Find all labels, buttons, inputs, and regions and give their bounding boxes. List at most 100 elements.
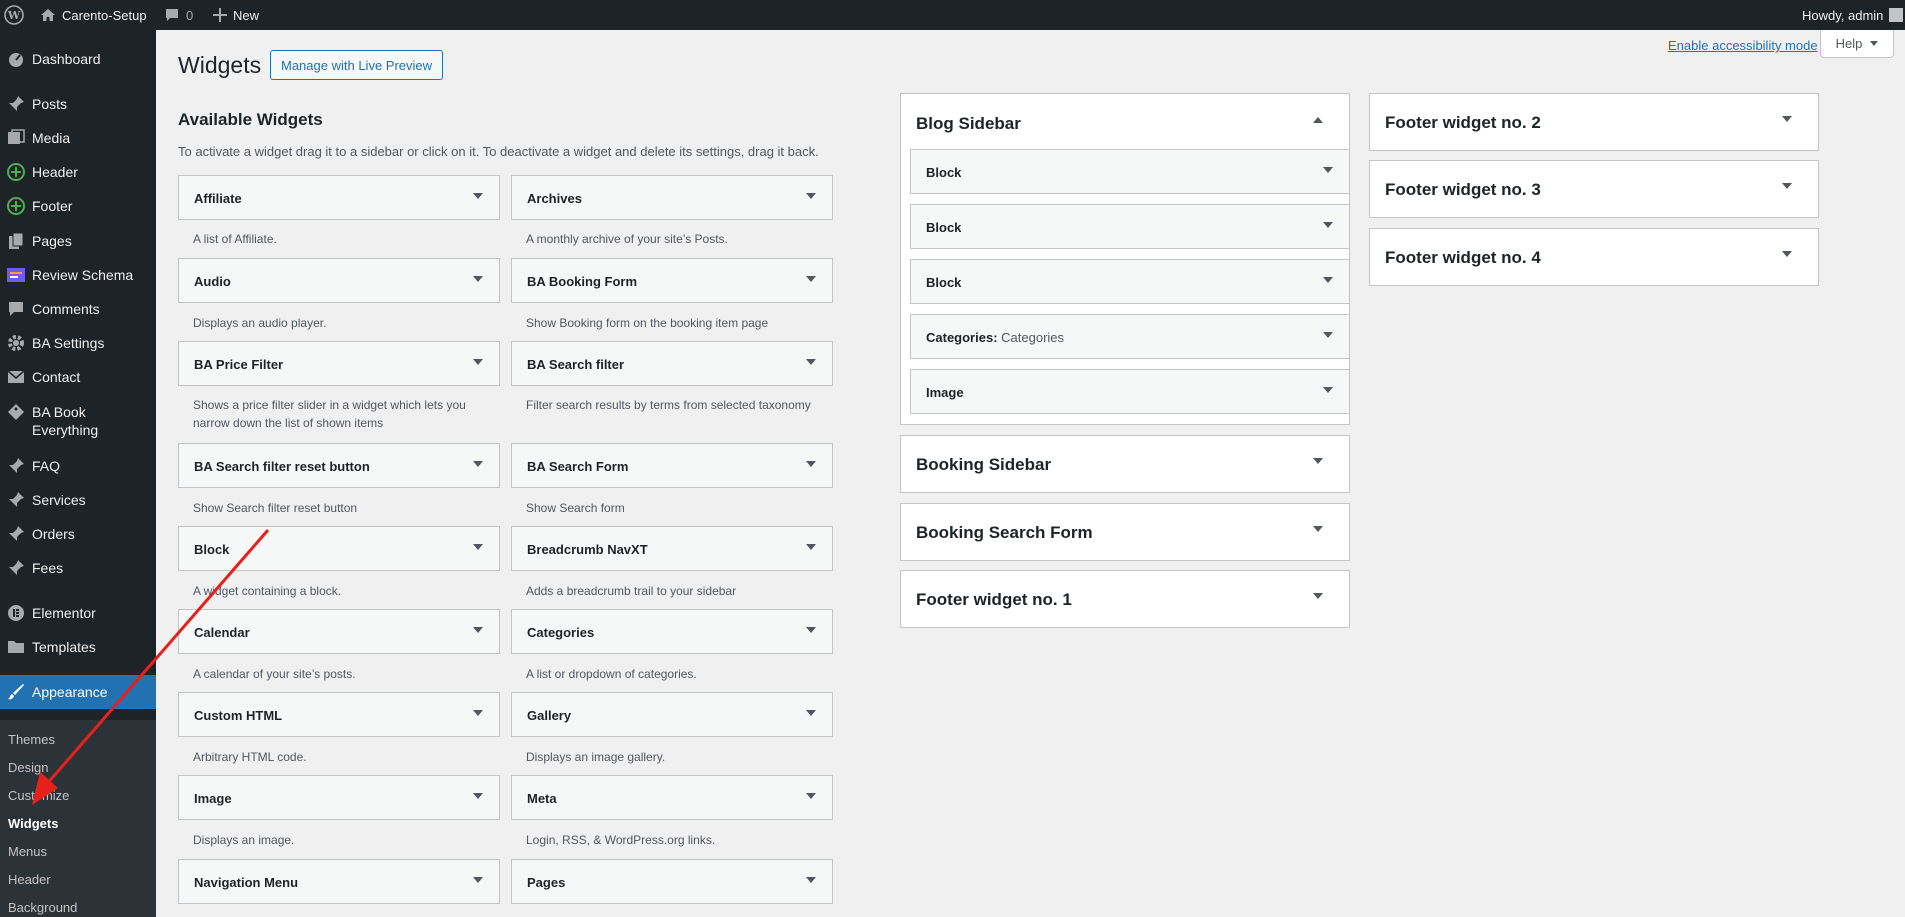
expand-arrow-icon[interactable]	[806, 544, 816, 550]
expand-arrow-icon[interactable]	[473, 877, 483, 883]
widget-ba-price-filter[interactable]: BA Price Filter	[178, 341, 500, 386]
expand-arrow-icon[interactable]	[806, 193, 816, 199]
expand-arrow-icon[interactable]	[806, 710, 816, 716]
widget-audio[interactable]: Audio	[178, 258, 500, 303]
menu-appearance[interactable]: Appearance	[0, 675, 156, 709]
area-blog-sidebar[interactable]: Blog Sidebar Block Block Block Categorie…	[900, 93, 1350, 425]
expand-arrow-icon[interactable]	[1782, 183, 1792, 189]
widget-description: Show Search form	[526, 501, 625, 515]
sidebar-widget-categories[interactable]: Categories: Categories	[910, 314, 1350, 359]
submenu-design[interactable]: Design	[8, 760, 48, 775]
widget-description: Displays an image.	[193, 833, 295, 847]
expand-arrow-icon[interactable]	[1323, 277, 1333, 283]
new-content-link[interactable]: New	[213, 0, 259, 30]
svg-text:W: W	[7, 9, 21, 22]
widget-ba-search-filter-reset[interactable]: BA Search filter reset button	[178, 443, 500, 488]
expand-arrow-icon[interactable]	[473, 359, 483, 365]
area-footer-widget-3[interactable]: Footer widget no. 3	[1369, 160, 1819, 218]
elementor-icon	[6, 604, 26, 622]
area-footer-widget-2[interactable]: Footer widget no. 2	[1369, 93, 1819, 151]
pin-icon	[6, 457, 26, 475]
widget-image[interactable]: Image	[178, 775, 500, 820]
help-button[interactable]: Help	[1820, 30, 1894, 58]
avatar	[1889, 8, 1904, 22]
submenu-customize[interactable]: Customize	[8, 788, 69, 803]
area-booking-sidebar[interactable]: Booking Sidebar	[900, 435, 1350, 493]
site-name-link[interactable]: Carento-Setup	[40, 0, 147, 30]
expand-arrow-icon[interactable]	[806, 359, 816, 365]
expand-arrow-icon[interactable]	[1313, 526, 1323, 532]
widget-breadcrumb-navxt[interactable]: Breadcrumb NavXT	[511, 526, 833, 571]
sidebar-widget-image[interactable]: Image	[910, 369, 1350, 414]
submenu-header[interactable]: Header	[8, 872, 51, 887]
submenu-menus[interactable]: Menus	[8, 844, 47, 859]
widget-archives[interactable]: Archives	[511, 175, 833, 220]
elementor-green-icon	[6, 163, 26, 181]
widget-pages[interactable]: Pages	[511, 859, 833, 904]
comments-link[interactable]: 0	[164, 0, 193, 30]
caret-down-icon	[1870, 41, 1879, 46]
wordpress-logo-icon[interactable]: W	[4, 0, 24, 30]
media-icon	[6, 129, 26, 147]
widget-gallery[interactable]: Gallery	[511, 692, 833, 737]
page-title: Widgets	[178, 52, 262, 78]
expand-arrow-icon[interactable]	[1782, 116, 1792, 122]
sidebar-widget-block[interactable]: Block	[910, 259, 1350, 304]
elementor-green-icon	[6, 197, 26, 215]
available-widgets-title: Available Widgets	[178, 110, 323, 129]
expand-arrow-icon[interactable]	[473, 627, 483, 633]
submenu-background[interactable]: Background	[8, 900, 77, 915]
widget-description: Arbitrary HTML code.	[193, 750, 307, 764]
expand-arrow-icon[interactable]	[806, 793, 816, 799]
expand-arrow-icon[interactable]	[1323, 332, 1333, 338]
submenu-themes[interactable]: Themes	[8, 732, 55, 747]
widget-ba-booking-form[interactable]: BA Booking Form	[511, 258, 833, 303]
howdy-user[interactable]: Howdy, admin	[1802, 0, 1904, 30]
expand-arrow-icon[interactable]	[1313, 458, 1323, 464]
admin-sidebar: Dashboard Posts Media Header Footer Page…	[0, 30, 156, 917]
expand-arrow-icon[interactable]	[806, 276, 816, 282]
expand-arrow-icon[interactable]	[1323, 222, 1333, 228]
area-footer-widget-4[interactable]: Footer widget no. 4	[1369, 228, 1819, 286]
accessibility-mode-link[interactable]: Enable accessibility mode	[1668, 38, 1818, 53]
expand-arrow-icon[interactable]	[1782, 251, 1792, 257]
area-booking-search-form[interactable]: Booking Search Form	[900, 503, 1350, 561]
widget-meta[interactable]: Meta	[511, 775, 833, 820]
expand-arrow-icon[interactable]	[1323, 387, 1333, 393]
live-preview-button[interactable]: Manage with Live Preview	[270, 50, 444, 80]
sidebar-widget-block[interactable]: Block	[910, 149, 1350, 194]
widget-block[interactable]: Block	[178, 526, 500, 571]
widget-ba-search-filter[interactable]: BA Search filter	[511, 341, 833, 386]
area-footer-widget-1[interactable]: Footer widget no. 1	[900, 570, 1350, 628]
collapse-arrow-icon[interactable]	[1313, 117, 1323, 123]
widget-ba-search-form[interactable]: BA Search Form	[511, 443, 833, 488]
widget-calendar[interactable]: Calendar	[178, 609, 500, 654]
widget-categories[interactable]: Categories	[511, 609, 833, 654]
widget-affiliate[interactable]: Affiliate	[178, 175, 500, 220]
available-widgets-description: To activate a widget drag it to a sideba…	[178, 144, 819, 159]
widget-description: Displays an image gallery.	[526, 750, 666, 764]
menu-ba-book-everything[interactable]: BA Book Everything	[0, 403, 156, 441]
expand-arrow-icon[interactable]	[473, 544, 483, 550]
widget-description: Displays an audio player.	[193, 316, 327, 330]
expand-arrow-icon[interactable]	[473, 793, 483, 799]
widget-description: A widget containing a block.	[193, 584, 342, 598]
home-icon	[40, 7, 56, 23]
widget-description: A list of Affiliate.	[193, 232, 277, 246]
widget-description: Show Search filter reset button	[193, 501, 358, 515]
expand-arrow-icon[interactable]	[473, 710, 483, 716]
dashboard-icon	[6, 50, 26, 68]
expand-arrow-icon[interactable]	[806, 627, 816, 633]
sidebar-widget-block[interactable]: Block	[910, 204, 1350, 249]
expand-arrow-icon[interactable]	[473, 193, 483, 199]
expand-arrow-icon[interactable]	[1313, 593, 1323, 599]
submenu-widgets[interactable]: Widgets	[8, 816, 58, 831]
expand-arrow-icon[interactable]	[473, 461, 483, 467]
expand-arrow-icon[interactable]	[1323, 167, 1333, 173]
expand-arrow-icon[interactable]	[806, 461, 816, 467]
widget-navigation-menu[interactable]: Navigation Menu	[178, 859, 500, 904]
expand-arrow-icon[interactable]	[806, 877, 816, 883]
widget-custom-html[interactable]: Custom HTML	[178, 692, 500, 737]
expand-arrow-icon[interactable]	[473, 276, 483, 282]
widget-description: A list or dropdown of categories.	[526, 667, 697, 681]
